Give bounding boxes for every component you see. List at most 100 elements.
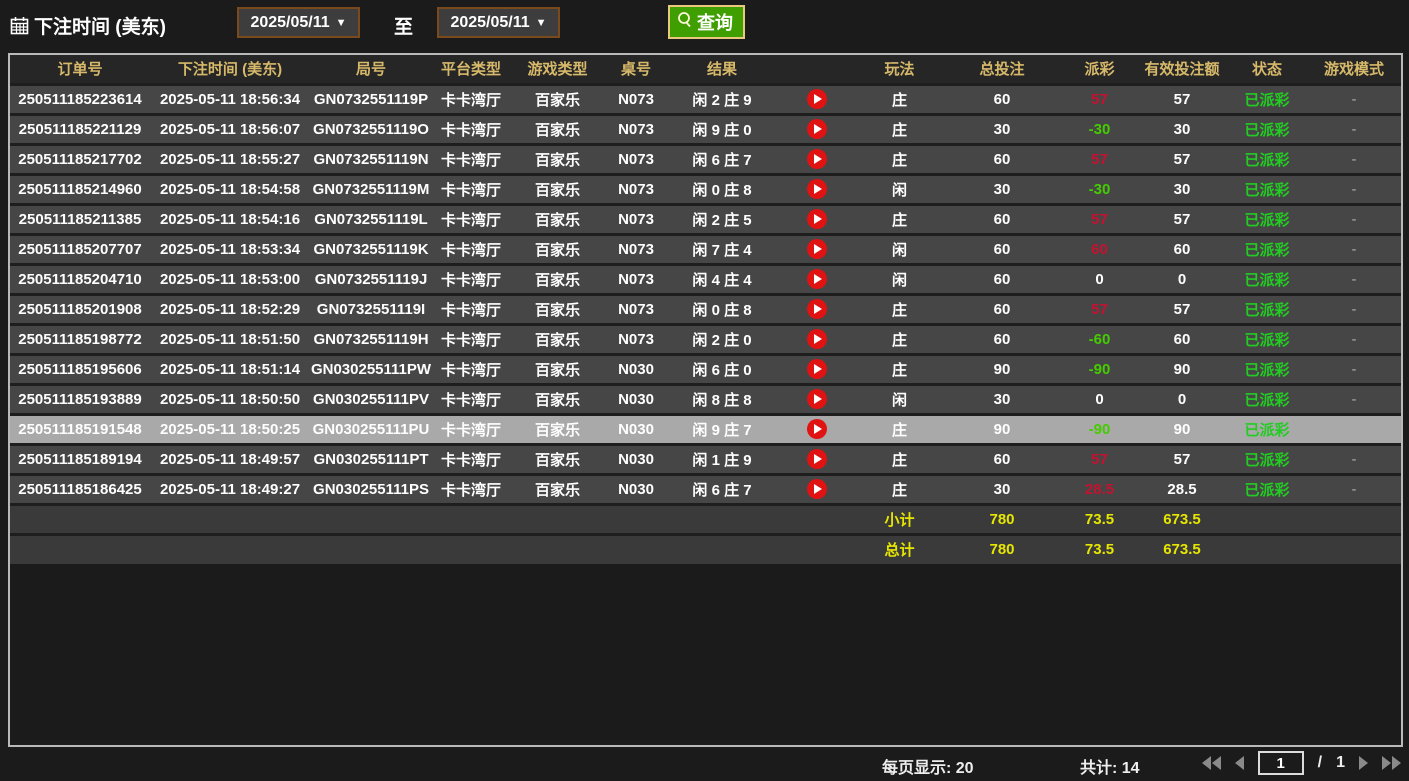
cell-valid-bet: 0 xyxy=(1137,384,1227,414)
cell-valid-bet: 30 xyxy=(1137,174,1227,204)
cell-bet-time: 2025-05-11 18:55:27 xyxy=(150,144,310,174)
table-row[interactable]: 250511185221129 2025-05-11 18:56:07 GN07… xyxy=(10,114,1401,144)
cell-payout: 57 xyxy=(1062,294,1137,324)
play-video-icon[interactable] xyxy=(807,149,827,169)
bet-history-table: 订单号 下注时间 (美东) 局号 平台类型 游戏类型 桌号 结果 玩法 总投注 … xyxy=(10,55,1401,564)
table-row[interactable]: 250511185198772 2025-05-11 18:51:50 GN07… xyxy=(10,324,1401,354)
cell-bet-time: 2025-05-11 18:53:00 xyxy=(150,264,310,294)
cell-game-mode: - xyxy=(1307,294,1401,324)
table-row[interactable]: 250511185195606 2025-05-11 18:51:14 GN03… xyxy=(10,354,1401,384)
cell-table-no: N030 xyxy=(605,474,667,504)
cell-platform: 卡卡湾厅 xyxy=(432,474,510,504)
query-button[interactable]: 查询 xyxy=(668,5,745,39)
cell-payout: 57 xyxy=(1062,204,1137,234)
play-video-icon[interactable] xyxy=(807,179,827,199)
date-from-value: 2025/05/11 xyxy=(250,14,329,32)
cell-game-mode: - xyxy=(1307,474,1401,504)
play-video-icon[interactable] xyxy=(807,209,827,229)
cell-play-type: 庄 xyxy=(857,204,942,234)
cell-round-id: GN0732551119H xyxy=(310,324,432,354)
cell-play-type: 庄 xyxy=(857,84,942,114)
cell-platform: 卡卡湾厅 xyxy=(432,414,510,444)
summary-label: 小计 xyxy=(857,504,942,534)
cell-game-type: 百家乐 xyxy=(510,414,605,444)
prev-page-button[interactable] xyxy=(1235,756,1244,770)
cell-bet-time: 2025-05-11 18:56:34 xyxy=(150,84,310,114)
play-video-icon[interactable] xyxy=(807,239,827,259)
cell-round-id: GN0732551119I xyxy=(310,294,432,324)
play-video-icon[interactable] xyxy=(807,269,827,289)
cell-status: 已派彩 xyxy=(1227,474,1307,504)
cell-table-no: N073 xyxy=(605,234,667,264)
cell-game-mode: - xyxy=(1307,354,1401,384)
last-page-button[interactable] xyxy=(1382,756,1401,770)
page-number-input[interactable] xyxy=(1258,751,1304,775)
play-video-icon[interactable] xyxy=(807,449,827,469)
summary-valid-bet: 673.5 xyxy=(1137,534,1227,564)
table-row[interactable]: 250511185201908 2025-05-11 18:52:29 GN07… xyxy=(10,294,1401,324)
cell-valid-bet: 90 xyxy=(1137,414,1227,444)
table-row[interactable]: 250511185211385 2025-05-11 18:54:16 GN07… xyxy=(10,204,1401,234)
cell-payout: -60 xyxy=(1062,324,1137,354)
toolbar: 下注时间 (美东) 2025/05/11 ▼ 至 2025/05/11 ▼ 查询 xyxy=(0,0,1409,53)
cell-play-type: 闲 xyxy=(857,234,942,264)
cell-bet-time: 2025-05-11 18:54:58 xyxy=(150,174,310,204)
cell-game-type: 百家乐 xyxy=(510,204,605,234)
cell-total-bet: 30 xyxy=(942,174,1062,204)
table-row[interactable]: 250511185207707 2025-05-11 18:53:34 GN07… xyxy=(10,234,1401,264)
cell-total-bet: 60 xyxy=(942,144,1062,174)
cell-table-no: N030 xyxy=(605,444,667,474)
cell-total-bet: 30 xyxy=(942,384,1062,414)
cell-order-id: 250511185193889 xyxy=(10,384,150,414)
cell-status: 已派彩 xyxy=(1227,174,1307,204)
cell-order-id: 250511185189194 xyxy=(10,444,150,474)
cell-total-bet: 90 xyxy=(942,414,1062,444)
bet-time-filter-label: 下注时间 (美东) xyxy=(10,12,166,39)
summary-row: 小计 780 73.5 673.5 xyxy=(10,504,1401,534)
cell-play-type: 庄 xyxy=(857,294,942,324)
cell-video xyxy=(777,384,857,414)
cell-bet-time: 2025-05-11 18:54:16 xyxy=(150,204,310,234)
play-video-icon[interactable] xyxy=(807,389,827,409)
header-table-no: 桌号 xyxy=(605,55,667,84)
cell-result: 闲 7 庄 4 xyxy=(667,234,777,264)
date-from-select[interactable]: 2025/05/11 ▼ xyxy=(237,7,360,38)
per-page-label: 每页显示: 20 xyxy=(882,754,974,778)
header-status: 状态 xyxy=(1227,55,1307,84)
table-row[interactable]: 250511185189194 2025-05-11 18:49:57 GN03… xyxy=(10,444,1401,474)
cell-table-no: N030 xyxy=(605,354,667,384)
next-page-button[interactable] xyxy=(1359,756,1368,770)
play-video-icon[interactable] xyxy=(807,419,827,439)
play-video-icon[interactable] xyxy=(807,329,827,349)
table-row[interactable]: 250511185186425 2025-05-11 18:49:27 GN03… xyxy=(10,474,1401,504)
date-to-select[interactable]: 2025/05/11 ▼ xyxy=(437,7,560,38)
table-row[interactable]: 250511185217702 2025-05-11 18:55:27 GN07… xyxy=(10,144,1401,174)
cell-game-type: 百家乐 xyxy=(510,294,605,324)
bet-history-table-container: 订单号 下注时间 (美东) 局号 平台类型 游戏类型 桌号 结果 玩法 总投注 … xyxy=(8,53,1403,747)
table-row[interactable]: 250511185204710 2025-05-11 18:53:00 GN07… xyxy=(10,264,1401,294)
cell-video xyxy=(777,294,857,324)
table-row[interactable]: 250511185191548 2025-05-11 18:50:25 GN03… xyxy=(10,414,1401,444)
cell-total-bet: 60 xyxy=(942,234,1062,264)
header-valid-bet: 有效投注额 xyxy=(1137,55,1227,84)
chevron-down-icon: ▼ xyxy=(336,17,347,29)
table-row[interactable]: 250511185193889 2025-05-11 18:50:50 GN03… xyxy=(10,384,1401,414)
cell-play-type: 闲 xyxy=(857,174,942,204)
cell-round-id: GN0732551119P xyxy=(310,84,432,114)
summary-valid-bet: 673.5 xyxy=(1137,504,1227,534)
play-video-icon[interactable] xyxy=(807,479,827,499)
cell-round-id: GN0732551119K xyxy=(310,234,432,264)
header-game-mode: 游戏模式 xyxy=(1307,55,1401,84)
play-video-icon[interactable] xyxy=(807,119,827,139)
play-video-icon[interactable] xyxy=(807,359,827,379)
date-to-value: 2025/05/11 xyxy=(450,14,529,32)
cell-result: 闲 6 庄 7 xyxy=(667,474,777,504)
table-row[interactable]: 250511185214960 2025-05-11 18:54:58 GN07… xyxy=(10,174,1401,204)
play-video-icon[interactable] xyxy=(807,89,827,109)
cell-status: 已派彩 xyxy=(1227,414,1307,444)
cell-play-type: 庄 xyxy=(857,324,942,354)
first-page-button[interactable] xyxy=(1202,756,1221,770)
play-video-icon[interactable] xyxy=(807,299,827,319)
table-row[interactable]: 250511185223614 2025-05-11 18:56:34 GN07… xyxy=(10,84,1401,114)
cell-result: 闲 6 庄 0 xyxy=(667,354,777,384)
